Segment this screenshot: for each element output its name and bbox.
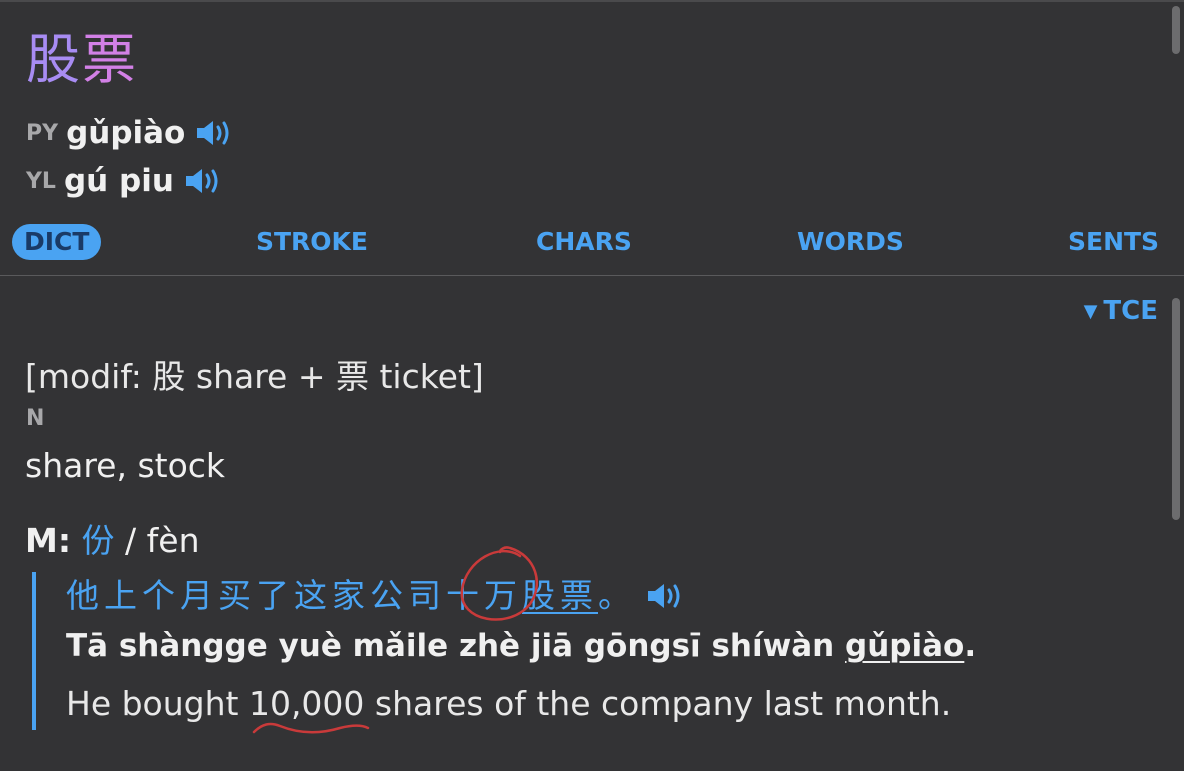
part-of-speech: N xyxy=(26,406,45,431)
etymology-char-1: 股 xyxy=(152,357,186,396)
triangle-down-icon: ▼ xyxy=(1083,301,1098,322)
top-border xyxy=(0,0,1184,2)
example-bar xyxy=(32,572,36,730)
example-english: He bought 10,000 shares of the company l… xyxy=(66,684,952,723)
pinyin-text: gǔpiào xyxy=(66,115,186,151)
example-chinese-end: 。 xyxy=(598,576,636,615)
jyutping-text: gú piu xyxy=(63,163,174,199)
tab-sents[interactable]: SENTS xyxy=(1068,220,1159,264)
measure-pinyin: fèn xyxy=(146,521,200,560)
measure-label: M: xyxy=(25,521,72,560)
example-highlight-word[interactable]: 股票 xyxy=(522,572,598,620)
etymology-prefix: [modif: xyxy=(25,357,153,396)
tab-dict[interactable]: DICT xyxy=(12,224,102,260)
measure-separator: / xyxy=(114,521,147,560)
pinyin-label: PY xyxy=(26,120,59,146)
measure-char-link[interactable]: 份 xyxy=(82,521,115,560)
example-chinese-text: 他上个月买了这家公司十万 xyxy=(66,576,522,615)
speaker-icon[interactable] xyxy=(195,118,233,148)
headword-char-1: 股 xyxy=(26,28,82,91)
headword: 股票 xyxy=(26,26,138,94)
scrollbar[interactable] xyxy=(1172,298,1180,520)
example-pinyin-highlight: gǔpiào xyxy=(845,628,965,664)
source-toggle[interactable]: ▼ TCE xyxy=(1084,296,1158,326)
speaker-icon[interactable] xyxy=(646,581,684,611)
tab-stroke[interactable]: STROKE xyxy=(256,220,368,264)
jyutping-row: YL gú piu xyxy=(26,161,222,201)
tab-divider xyxy=(0,275,1184,276)
headword-char-2: 票 xyxy=(82,28,138,91)
tab-words[interactable]: WORDS xyxy=(797,220,904,264)
example-pinyin: Tā shàngge yuè mǎile zhè jiā gōngsī shíw… xyxy=(66,628,976,664)
speaker-icon[interactable] xyxy=(184,166,222,196)
example-pinyin-text: Tā shàngge yuè mǎile zhè jiā gōngsī shíw… xyxy=(66,628,846,664)
measure-word: M: 份 / fèn xyxy=(25,514,200,562)
etymology-char-2: 票 xyxy=(336,357,369,396)
tab-bar: DICT STROKE CHARS WORDS SENTS xyxy=(0,220,1184,264)
etymology-part-1: share + xyxy=(185,357,336,396)
jyutping-label: YL xyxy=(26,168,56,194)
scrollbar-top[interactable] xyxy=(1172,6,1180,54)
pinyin-row: PY gǔpiào xyxy=(26,113,233,153)
example-pinyin-end: . xyxy=(964,628,977,664)
etymology: [modif: 股 share + 票 ticket] xyxy=(25,350,484,398)
source-label: TCE xyxy=(1103,296,1158,326)
definition-gloss: share, stock xyxy=(25,446,226,485)
example-chinese: 他上个月买了这家公司十万 股票。 xyxy=(66,572,684,620)
etymology-part-2: ticket] xyxy=(369,357,484,396)
tab-chars[interactable]: CHARS xyxy=(536,220,632,264)
